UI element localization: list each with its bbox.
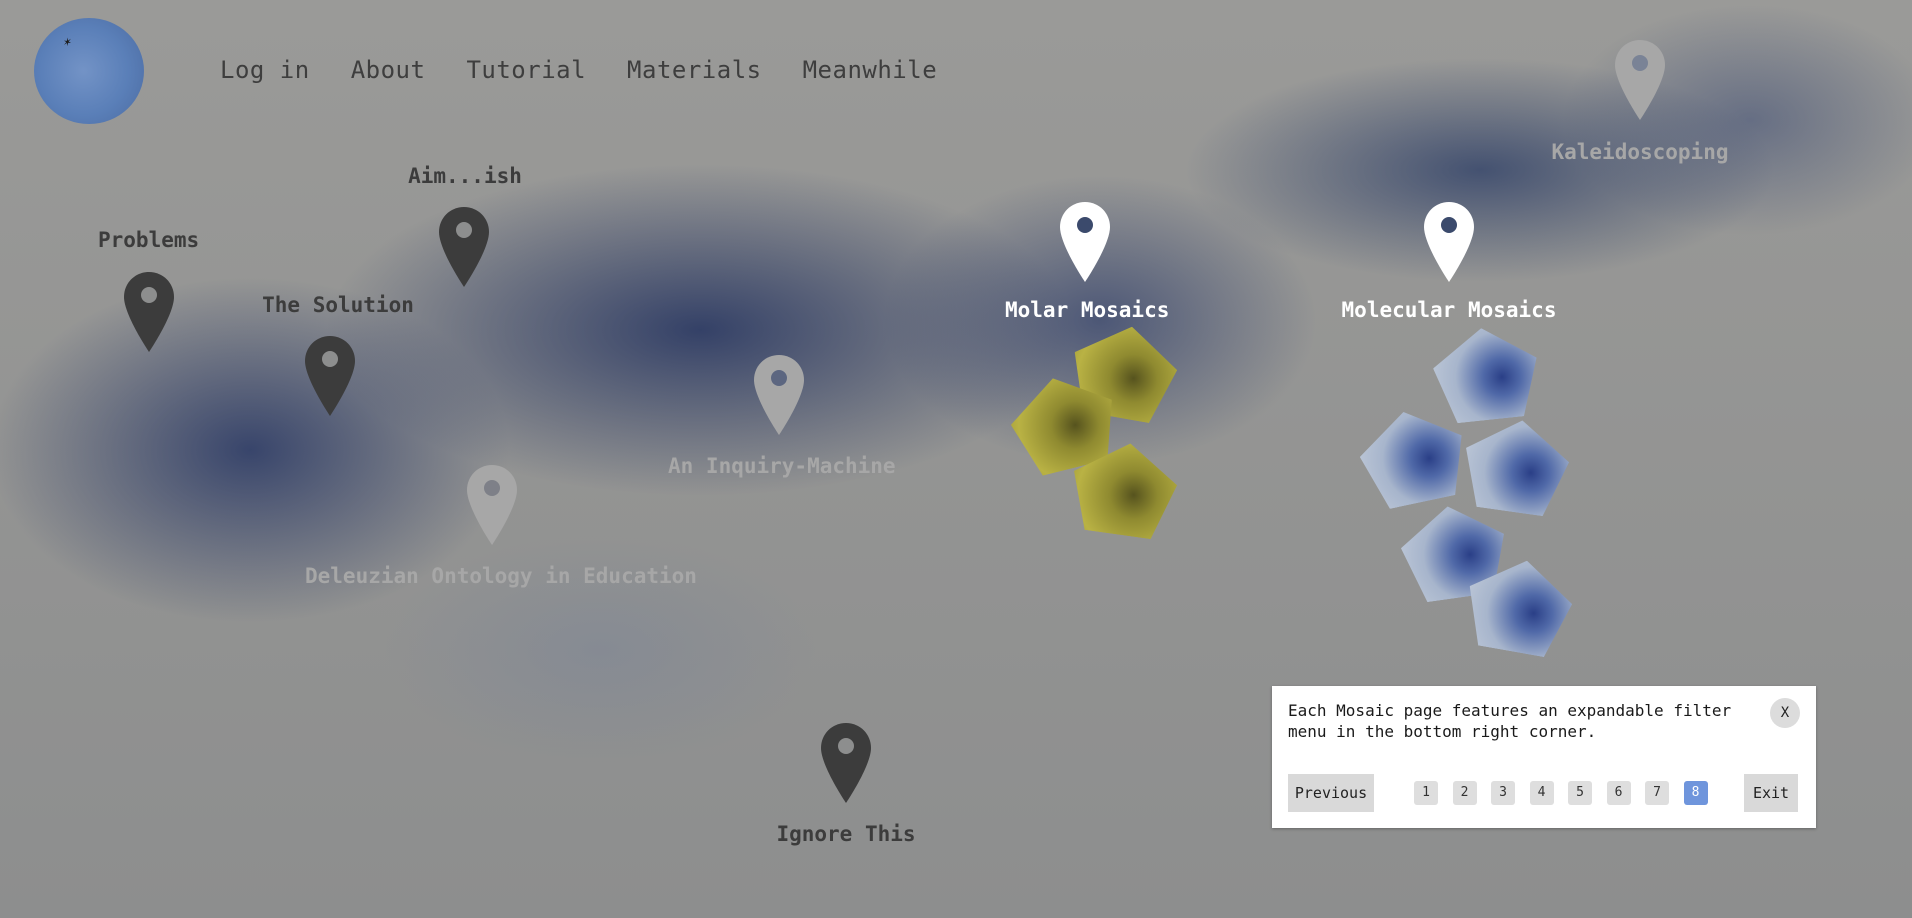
map-pin-icon[interactable] xyxy=(752,353,806,437)
page-button-7[interactable]: 7 xyxy=(1645,781,1669,805)
page-button-5[interactable]: 5 xyxy=(1568,781,1592,805)
marker-aimish[interactable]: Aim...ish xyxy=(405,164,525,188)
marker-label: Ignore This xyxy=(776,822,916,846)
nav-login[interactable]: Log in xyxy=(220,56,310,84)
map-pin-icon[interactable] xyxy=(819,721,873,805)
map-pin-icon[interactable] xyxy=(1058,200,1112,284)
marker-molar[interactable]: Molar Mosaics xyxy=(1005,298,1170,322)
marker-label: Aim...ish xyxy=(408,164,522,188)
marker-label: An Inquiry-Machine xyxy=(668,454,896,478)
marker-ignore[interactable]: Ignore This xyxy=(766,822,926,846)
page-button-4[interactable]: 4 xyxy=(1529,781,1554,805)
close-button[interactable]: X xyxy=(1770,698,1800,728)
top-nav: Log in About Tutorial Materials Meanwhil… xyxy=(220,56,978,84)
marker-label: Deleuzian Ontology in Education xyxy=(305,564,697,588)
map-pin-icon[interactable] xyxy=(303,334,357,418)
page-button-6[interactable]: 6 xyxy=(1606,781,1631,805)
marker-label: Molecular Mosaics xyxy=(1341,298,1557,322)
page-button-2[interactable]: 2 xyxy=(1452,781,1477,805)
page-button-1[interactable]: 1 xyxy=(1414,781,1438,805)
marker-solution[interactable]: The Solution xyxy=(258,293,418,317)
marker-kaleidoscoping[interactable]: Kaleidoscoping xyxy=(1540,140,1740,164)
nav-materials[interactable]: Materials xyxy=(627,56,762,84)
map-pin-icon[interactable] xyxy=(1613,38,1667,122)
map-pin-icon[interactable] xyxy=(465,463,519,547)
page-button-3[interactable]: 3 xyxy=(1491,781,1515,805)
page-button-8[interactable]: 8 xyxy=(1683,781,1708,805)
map-pin-icon[interactable] xyxy=(437,205,491,289)
exit-button[interactable]: Exit xyxy=(1744,774,1798,812)
marker-deleuzian[interactable]: Deleuzian Ontology in Education xyxy=(305,564,697,588)
nav-tutorial[interactable]: Tutorial xyxy=(466,56,586,84)
site-logo[interactable]: ✶ xyxy=(34,18,144,124)
marker-label: Kaleidoscoping xyxy=(1551,140,1729,164)
pagination: 1 2 3 4 5 6 7 8 xyxy=(1414,781,1722,805)
marker-label: Molar Mosaics xyxy=(1005,298,1170,322)
tutorial-message: Each Mosaic page features an expandable … xyxy=(1288,701,1732,741)
marker-inquiry[interactable]: An Inquiry-Machine xyxy=(668,454,896,478)
nav-about[interactable]: About xyxy=(351,56,426,84)
marker-label: Problems xyxy=(98,228,200,252)
map-pin-icon[interactable] xyxy=(1422,200,1476,284)
marker-molecular[interactable]: Molecular Mosaics xyxy=(1340,298,1558,322)
marker-problems[interactable]: Problems xyxy=(98,228,200,252)
marker-label: The Solution xyxy=(262,293,414,317)
previous-button[interactable]: Previous xyxy=(1288,774,1374,812)
tutorial-dialog: Each Mosaic page features an expandable … xyxy=(1272,686,1816,828)
nav-meanwhile[interactable]: Meanwhile xyxy=(803,56,938,84)
map-pin-icon[interactable] xyxy=(122,270,176,354)
